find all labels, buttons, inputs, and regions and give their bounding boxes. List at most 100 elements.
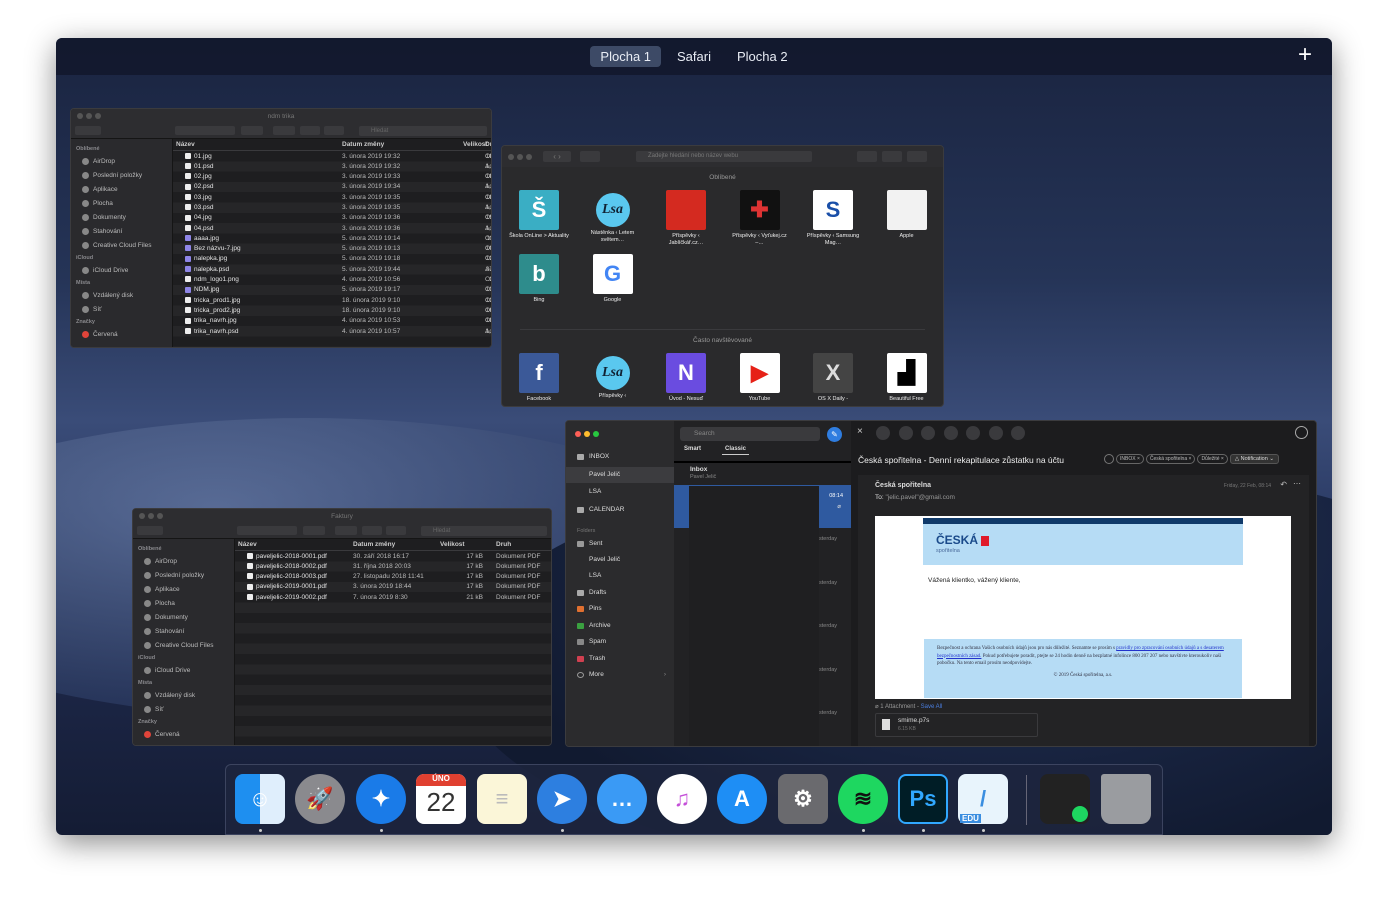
sidebar-item[interactable]: iCloud Drive [71,263,172,277]
sidebar-item[interactable]: Plocha [133,596,234,610]
close-icon[interactable]: × [857,426,863,437]
mail-window[interactable]: INBOX Pavel Jelič LSA CALENDAR Folders S… [565,420,1317,747]
notification-dropdown[interactable]: △ Notification ⌄ [1229,454,1279,464]
file-row[interactable]: trika_navrh.psd4. února 2019 10:571,7 MB… [173,326,491,336]
sidebar-item-trash[interactable]: Trash [566,651,674,667]
bookmark-tile[interactable]: Apple [877,190,937,240]
back-forward-buttons[interactable]: ‹ › [543,151,571,162]
bookmark-tile[interactable]: G Google [583,254,643,304]
search-input[interactable]: Hledat [421,526,547,536]
back-forward-buttons[interactable] [137,526,163,535]
move-folder-icon[interactable] [988,426,1003,440]
dock-photoshop[interactable]: Ps [898,774,948,824]
sidebar-item[interactable]: Creative Cloud Files [133,638,234,652]
file-row[interactable]: paveljelic-2018-0003.pdf 27. listopadu 20… [235,572,551,582]
sidebar-item[interactable]: Vzdálený disk [133,688,234,702]
action-gear-button[interactable] [335,526,357,535]
dock-finder[interactable]: ☺ [235,774,285,824]
mark-read-icon[interactable] [898,426,913,440]
bookmark-tile[interactable]: b Bing [509,254,569,304]
share-button[interactable] [300,126,320,135]
dock-system-preferences[interactable]: ⚙ [778,774,828,824]
column-header[interactable]: Datum změny [342,141,384,148]
column-header[interactable]: Název [176,141,195,148]
space-plocha-2[interactable]: Plocha 2 [727,46,798,67]
dock-trash[interactable] [1101,774,1151,824]
tabs-button[interactable] [907,151,927,162]
sidebar-item[interactable]: Síť [133,702,234,716]
group-button[interactable] [303,526,325,535]
trash-icon[interactable] [966,426,980,440]
file-row[interactable]: paveljelic-2018-0002.pdf 31. října 2018 2… [235,561,551,571]
bookmark-tile[interactable]: ▶ YouTube [730,353,790,403]
remove-tag-icon[interactable]: × [1187,456,1192,462]
back-forward-buttons[interactable] [75,126,101,135]
file-row[interactable]: 02.psd3. února 2019 19:341,7 MBAd [173,182,491,192]
address-bar[interactable]: Zadejte hledání nebo název webu [636,151,812,162]
sidebar-item[interactable]: iCloud Drive [133,663,234,677]
column-header[interactable]: Název [238,541,257,548]
snooze-icon[interactable] [921,426,935,440]
column-header[interactable]: Dr [485,141,491,148]
column-header[interactable]: Datum změny [353,541,395,548]
reply-icon[interactable]: ↶ [1280,480,1287,489]
sidebar-item-archive[interactable]: Archive [566,618,674,634]
sidebar-toggle-button[interactable] [580,151,600,162]
minimize-button[interactable] [584,431,590,437]
sidebar-item-sent-lsa[interactable]: LSA [566,568,674,584]
sidebar-item-spam[interactable]: Spam [566,634,674,650]
close-button[interactable] [508,153,514,160]
file-row[interactable]: aaaa.jpg5. února 2019 19:14117 kBOt [173,233,491,243]
file-row[interactable]: 03.jpg3. února 2019 19:35181 kBOt [173,192,491,202]
downloads-button[interactable] [857,151,877,162]
sidebar-item[interactable]: Aplikace [133,582,234,596]
sidebar-item[interactable]: Dokumenty [71,210,172,224]
finder-window-ndm-trika[interactable]: ndm trika Hledat Oblíbené AirDrop Poslední p… [70,108,492,348]
tags-button[interactable] [386,526,406,535]
finder-window-faktury[interactable]: Faktury Hledat Oblíbené AirDrop Poslední pol… [132,508,552,746]
file-row[interactable]: Bez názvu-7.jpg5. února 2019 19:13100 kB… [173,244,491,254]
column-header[interactable]: Velikost [440,541,465,548]
tag-chip[interactable]: INBOX × [1116,454,1144,464]
sidebar-item-sent-pavel[interactable]: Pavel Jelič [566,552,674,568]
sidebar-item[interactable]: Plocha [71,196,172,210]
sidebar-item-pins[interactable]: Pins [566,601,674,617]
bookmark-tile[interactable]: Lsa Příspěvky ‹ [583,353,643,400]
sidebar-item-calendar[interactable]: CALENDAR [566,502,674,518]
bookmark-tile[interactable]: X OS X Daily - [803,353,863,403]
bookmark-tile[interactable]: Příspěvky ‹ Jablíčkář.cz… [656,190,716,247]
sidebar-item-drafts[interactable]: Drafts [566,585,674,601]
file-row[interactable]: paveljelic-2018-0001.pdf 30. září 2018 16… [235,551,551,561]
sidebar-item[interactable]: Aplikace [71,182,172,196]
minimize-button[interactable] [517,153,523,160]
dock-safari[interactable]: ✦ [356,774,406,824]
add-tag-button[interactable] [1104,454,1114,464]
tab-classic[interactable]: Classic [722,446,750,455]
add-space-button[interactable]: + [1298,43,1312,67]
bookmark-tile[interactable]: Š Škola OnLine > Aktuality [509,190,569,240]
safari-window[interactable]: ‹ › Zadejte hledání nebo název webu Oblí… [501,145,944,407]
file-row[interactable]: paveljelic-2019-0001.pdf 3. února 2019 18… [235,582,551,592]
dock-spark[interactable]: ➤ [537,774,587,824]
dock-spotify-window[interactable] [1040,774,1090,824]
attachment-item[interactable]: smime.p7s 6.15 KB [875,713,1038,737]
file-row[interactable]: NDM.jpg5. února 2019 19:17130 kBOt [173,285,491,295]
close-button[interactable] [575,431,581,437]
dock-itunes[interactable]: ♫ [657,774,707,824]
bookmark-tile[interactable]: ✚ Příspěvky ‹ Vyťukej.cz –… [730,190,790,247]
bookmark-tile[interactable]: Lsa Nástěnka ‹ Letem světem… [583,190,643,244]
archive-icon[interactable] [943,426,958,440]
sidebar-item-sent[interactable]: Sent [566,536,674,552]
file-row[interactable]: tricka_prod1.jpg18. února 2019 9:10136 k… [173,295,491,305]
group-button[interactable] [241,126,263,135]
tags-button[interactable] [324,126,344,135]
sidebar-item-more[interactable]: More › [566,667,674,683]
save-all-link[interactable]: Save All [921,704,943,710]
column-header[interactable]: Druh [496,541,511,548]
sidebar-item[interactable]: Poslední položky [71,168,172,182]
tab-smart[interactable]: Smart [684,446,701,452]
space-plocha-1[interactable]: Plocha 1 [590,46,662,67]
bookmark-tile[interactable]: ▟ Beautiful Free [877,353,937,403]
account-icon[interactable] [1295,426,1308,439]
share-button[interactable] [882,151,902,162]
